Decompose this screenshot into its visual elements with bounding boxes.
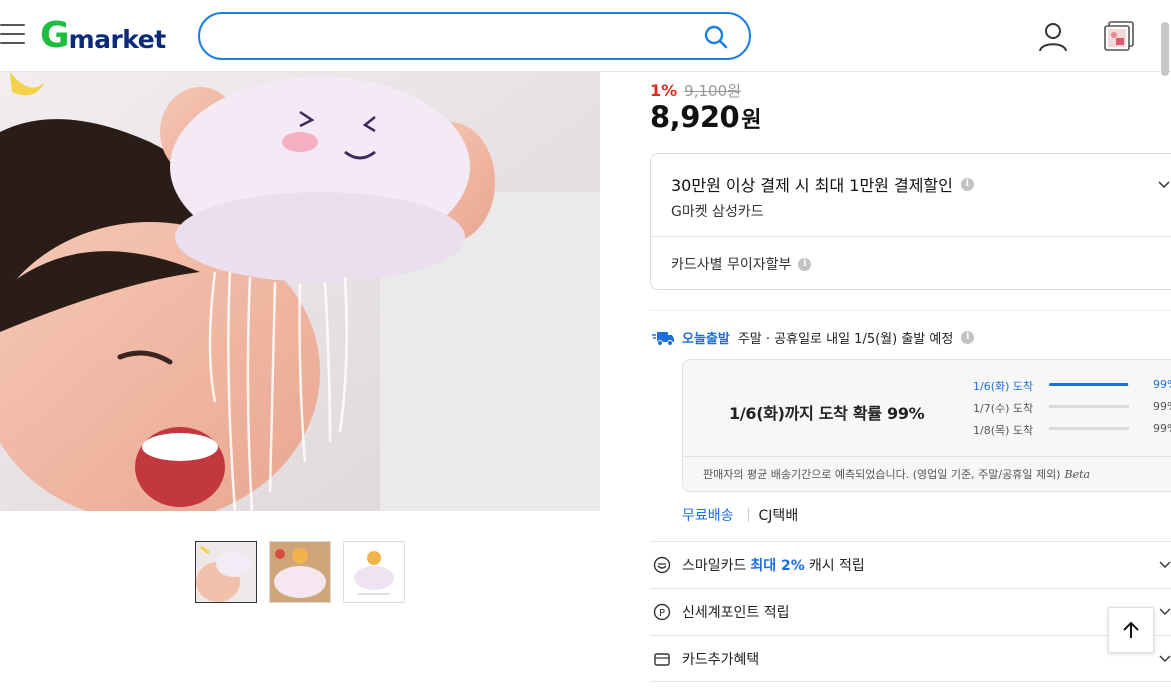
smilecard-rate: 최대 2% <box>750 558 805 574</box>
installment-text: 카드사별 무이자할부 <box>671 257 792 273</box>
info-icon[interactable]: i <box>960 177 974 191</box>
discount-rate: 1% <box>650 81 678 100</box>
svg-text:P: P <box>659 608 665 619</box>
arrival-item: 1/8(목) 도착 99% <box>973 422 1171 437</box>
price-row: 1% 9,100원 <box>650 80 741 101</box>
menu-icon[interactable] <box>0 22 26 46</box>
header: G market <box>0 0 1171 76</box>
arrival-item: 1/6(화) 도착 99% <box>973 378 1171 393</box>
recent-viewed-icon[interactable] <box>1102 19 1136 53</box>
chevron-down-icon <box>1159 608 1171 615</box>
scroll-to-top-button[interactable] <box>1108 607 1154 653</box>
benefit-shinsegae-point[interactable]: P 신세계포인트 적립 <box>650 588 1171 635</box>
card-discount-title[interactable]: 30만원 이상 결제 시 최대 1만원 결제할인 i <box>671 172 974 196</box>
arrival-note-text: 판매자의 평균 배송기간으로 예측되었습니다. (영업일 기준, 주말/공휴일 … <box>703 468 1061 481</box>
thumbnail-1[interactable] <box>195 541 257 603</box>
card-icon <box>654 653 670 666</box>
arrival-percent: 99% <box>1153 422 1171 435</box>
chevron-down-icon <box>1159 655 1171 662</box>
free-shipping-link[interactable]: 무료배송 <box>682 505 734 525</box>
thumbnail-2[interactable] <box>269 541 331 603</box>
card-discount-box: 30만원 이상 결제 시 최대 1만원 결제할인 i G마켓 삼성카드 카드사별… <box>650 153 1171 290</box>
arrival-date: 1/6(화) 도착 <box>973 380 1034 393</box>
thumbnail-list <box>195 541 405 603</box>
probability-bar <box>1049 427 1129 430</box>
probability-fill <box>1049 383 1129 386</box>
arrival-probability-box: 1/6(화)까지 도착 확률 99% 1/6(화) 도착 99% 1/7(수) … <box>682 359 1171 492</box>
card-extra-label: 카드추가혜택 <box>682 652 760 668</box>
installment-row[interactable]: 카드사별 무이자할부 i <box>671 254 812 274</box>
logo-g: G <box>40 15 70 56</box>
logo-text: market <box>68 24 167 54</box>
search-input[interactable] <box>220 24 700 48</box>
probability-fill <box>1049 405 1129 408</box>
divider <box>683 456 1171 457</box>
shipping-row: 오늘출발 주말 · 공휴일로 내일 1/5(월) 출발 예정 i <box>652 328 975 347</box>
final-price: 8,920 원 <box>650 100 761 134</box>
section-divider <box>650 310 1171 311</box>
info-icon[interactable]: i <box>961 331 975 344</box>
scrollbar[interactable] <box>1161 22 1169 76</box>
arrival-date: 1/7(수) 도착 <box>973 402 1034 415</box>
carrier-name: CJ택배 <box>758 508 799 524</box>
arrival-headline: 1/6(화)까지 도착 확률 99% <box>729 404 925 423</box>
shinsegae-label: 신세계포인트 적립 <box>682 605 790 621</box>
arrival-date: 1/8(목) 도착 <box>973 424 1034 437</box>
chevron-down-icon <box>1159 561 1171 568</box>
delivery-info: 무료배송 CJ택배 <box>682 505 798 525</box>
divider <box>651 236 1171 237</box>
search-icon[interactable] <box>703 24 729 50</box>
arrival-item: 1/7(수) 도착 99% <box>973 400 1171 415</box>
smile-icon <box>653 556 671 574</box>
final-price-number: 8,920 <box>650 100 740 134</box>
smilecard-suffix: 캐시 적립 <box>808 558 865 574</box>
smilecard-label: 스마일카드 <box>682 558 747 574</box>
user-icon[interactable] <box>1036 20 1070 54</box>
card-name: G마켓 삼성카드 <box>671 204 764 220</box>
today-ship-badge: 오늘출발 <box>682 332 730 347</box>
divider <box>650 681 1171 682</box>
final-price-unit: 원 <box>741 108 762 133</box>
point-icon: P <box>653 603 671 621</box>
benefit-smilecard[interactable]: 스마일카드 최대 2% 캐시 적립 <box>650 541 1171 588</box>
probability-bar <box>1049 405 1129 408</box>
divider <box>747 508 749 522</box>
probability-fill <box>1049 427 1129 430</box>
arrival-note: 판매자의 평균 배송기간으로 예측되었습니다. (영업일 기준, 주말/공휴일 … <box>703 466 1090 482</box>
benefit-card-extra[interactable]: 카드추가혜택 <box>650 635 1171 682</box>
arrow-up-icon <box>1123 621 1139 638</box>
chevron-down-icon[interactable] <box>1157 178 1171 192</box>
original-price: 9,100원 <box>684 82 741 100</box>
arrival-percent: 99% <box>1153 400 1171 413</box>
ship-schedule: 주말 · 공휴일로 내일 1/5(월) 출발 예정 <box>737 332 954 347</box>
gmarket-logo[interactable]: G market <box>40 16 166 56</box>
thumbnail-3[interactable] <box>343 541 405 603</box>
card-discount-text: 30만원 이상 결제 시 최대 1만원 결제할인 <box>671 176 953 195</box>
product-main-image[interactable] <box>0 72 600 511</box>
beta-label: Beta <box>1064 468 1091 481</box>
search-box <box>198 12 751 60</box>
info-icon[interactable]: i <box>798 257 812 271</box>
probability-bar <box>1049 383 1129 386</box>
arrival-percent: 99% <box>1153 378 1171 391</box>
fast-delivery-icon <box>652 331 674 346</box>
